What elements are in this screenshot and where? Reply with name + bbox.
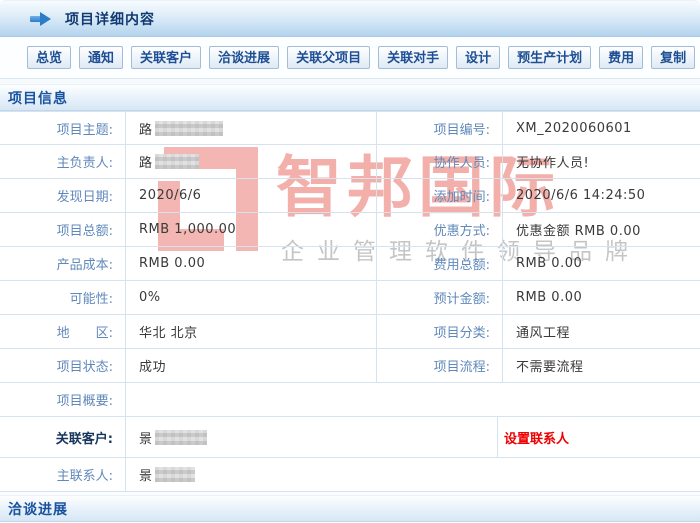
table-row: 项目主题: 路 项目编号: XM_2020060601 — [0, 111, 700, 145]
page-header: 项目详细内容 — [0, 0, 700, 37]
value-text: 路 — [139, 119, 153, 138]
field-label: 预计金额: — [377, 281, 502, 314]
section-title: 项目信息 — [8, 88, 68, 108]
field-value: 不需要流程 — [502, 349, 700, 382]
field-value: RMB 0.00 — [125, 247, 377, 280]
field-value — [125, 383, 700, 416]
field-value: 优惠金额 RMB 0.00 — [502, 213, 700, 246]
field-value: XM_2020060601 — [502, 112, 700, 144]
field-label: 关联客户: — [0, 417, 125, 457]
page-title: 项目详细内容 — [65, 9, 155, 29]
toolbar-button-notice[interactable]: 通知 — [79, 46, 123, 69]
field-label: 项目流程: — [377, 349, 502, 382]
field-value: 景 — [125, 458, 700, 491]
field-value: 2020/6/6 — [125, 179, 377, 212]
table-row: 关联客户: 景 设置联系人 — [0, 417, 700, 458]
toolbar-button-parent-project[interactable]: 关联父项目 — [287, 46, 370, 69]
action-cell: 设置联系人 — [498, 417, 700, 457]
censored-text-block — [155, 467, 195, 482]
table-row: 主负责人: 路 协作人员: 无协作人员! — [0, 145, 700, 179]
value-text: 路 — [139, 152, 153, 171]
field-value: RMB 1,000.00 — [125, 213, 377, 246]
value-text: 景 — [139, 465, 153, 484]
field-value: 景 — [125, 417, 498, 457]
field-label: 地 区: — [0, 315, 125, 348]
field-value: 2020/6/6 14:24:50 — [502, 179, 700, 212]
field-value: RMB 0.00 — [502, 247, 700, 280]
toolbar-button-negotiation[interactable]: 洽谈进展 — [209, 46, 279, 69]
section-header-project-info: 项目信息 — [0, 84, 700, 111]
arrow-right-icon — [30, 12, 52, 26]
censored-text-block — [155, 154, 199, 169]
table-row: 项目概要: — [0, 383, 700, 417]
toolbar-button-competitor[interactable]: 关联对手 — [378, 46, 448, 69]
toolbar-button-overview[interactable]: 总览 — [27, 46, 71, 69]
table-row: 地 区: 华北 北京 项目分类: 通风工程 — [0, 315, 700, 349]
field-label: 产品成本: — [0, 247, 125, 280]
field-label: 项目分类: — [377, 315, 502, 348]
value-text: 景 — [139, 428, 153, 447]
field-label: 可能性: — [0, 281, 125, 314]
field-label: 项目主题: — [0, 112, 125, 144]
table-row: 产品成本: RMB 0.00 费用总额: RMB 0.00 — [0, 247, 700, 281]
table-row: 项目总额: RMB 1,000.00 优惠方式: 优惠金额 RMB 0.00 — [0, 213, 700, 247]
field-label: 项目状态: — [0, 349, 125, 382]
project-detail-page: 项目详细内容 总览 通知 关联客户 洽谈进展 关联父项目 关联对手 设计 预生产… — [0, 0, 700, 523]
field-label: 项目编号: — [377, 112, 502, 144]
set-contact-link[interactable]: 设置联系人 — [504, 428, 569, 447]
toolbar: 总览 通知 关联客户 洽谈进展 关联父项目 关联对手 设计 预生产计划 费用 复… — [0, 37, 700, 79]
field-value: RMB 0.00 — [502, 281, 700, 314]
field-label: 协作人员: — [377, 145, 502, 178]
table-row: 主联系人: 景 — [0, 458, 700, 492]
table-row: 可能性: 0% 预计金额: RMB 0.00 — [0, 281, 700, 315]
field-label: 主联系人: — [0, 458, 125, 491]
toolbar-button-expense[interactable]: 费用 — [599, 46, 643, 69]
field-value: 通风工程 — [502, 315, 700, 348]
censored-text-block — [155, 430, 207, 445]
toolbar-button-related-customer[interactable]: 关联客户 — [131, 46, 201, 69]
toolbar-button-copy[interactable]: 复制 — [651, 46, 695, 69]
toolbar-button-preproduction-plan[interactable]: 预生产计划 — [508, 46, 591, 69]
field-label: 添加时间: — [377, 179, 502, 212]
field-label: 费用总额: — [377, 247, 502, 280]
section-title: 洽谈进展 — [8, 499, 68, 519]
field-value: 路 — [125, 145, 377, 178]
project-info-table: 智邦国际 企业管理软件领导品牌 项目主题: 路 项目编号: XM_2020060… — [0, 111, 700, 492]
table-row: 项目状态: 成功 项目流程: 不需要流程 — [0, 349, 700, 383]
toolbar-buttons: 总览 通知 关联客户 洽谈进展 关联父项目 关联对手 设计 预生产计划 费用 复… — [27, 46, 700, 69]
field-label: 主负责人: — [0, 145, 125, 178]
field-label: 优惠方式: — [377, 213, 502, 246]
field-value: 成功 — [125, 349, 377, 382]
field-value: 0% — [125, 281, 377, 314]
field-label: 项目总额: — [0, 213, 125, 246]
censored-text-block — [155, 121, 223, 136]
field-value: 无协作人员! — [502, 145, 700, 178]
section-header-negotiation: 洽谈进展 — [0, 495, 700, 522]
toolbar-button-design[interactable]: 设计 — [456, 46, 500, 69]
field-label: 项目概要: — [0, 383, 125, 416]
field-value: 路 — [125, 112, 377, 144]
field-value: 华北 北京 — [125, 315, 377, 348]
field-rows: 项目主题: 路 项目编号: XM_2020060601 主负责人: 路 协作人员… — [0, 111, 700, 492]
field-label: 发现日期: — [0, 179, 125, 212]
table-row: 发现日期: 2020/6/6 添加时间: 2020/6/6 14:24:50 — [0, 179, 700, 213]
